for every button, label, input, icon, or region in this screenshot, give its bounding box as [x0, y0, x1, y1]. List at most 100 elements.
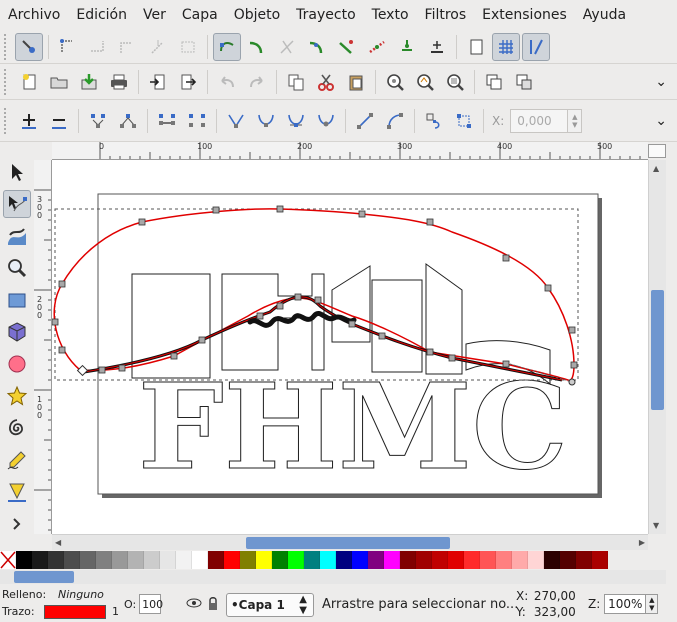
segment-line-button[interactable] [351, 107, 379, 135]
zoom-stepper[interactable]: ▲ ▼ [646, 594, 659, 614]
snap-bbox-center-button[interactable] [174, 33, 202, 61]
tool-zoom[interactable] [3, 254, 31, 282]
palette-scroll-thumb[interactable] [14, 571, 74, 583]
node-cusp-button[interactable] [222, 107, 250, 135]
tool-star[interactable] [3, 382, 31, 410]
palette-swatch[interactable] [272, 551, 288, 569]
scroll-right-arrow-icon[interactable]: ▶ [639, 538, 645, 547]
delete-segment-button[interactable] [183, 107, 211, 135]
tool-node-editor[interactable] [3, 190, 31, 218]
node-toolbar-overflow-chevron-icon[interactable]: ⌄ [655, 113, 667, 129]
tool-ellipse[interactable] [3, 350, 31, 378]
snap-bbox-edge-button[interactable] [84, 33, 112, 61]
new-document-button[interactable] [15, 68, 43, 96]
palette-swatch[interactable] [544, 551, 560, 569]
palette-swatch[interactable] [368, 551, 384, 569]
layer-dropdown[interactable]: •Capa 1 ▲ ▼ [226, 593, 314, 617]
zoom-page-button[interactable] [441, 68, 469, 96]
palette-swatch[interactable] [16, 551, 32, 569]
open-button[interactable] [45, 68, 73, 96]
tool-selector[interactable] [3, 158, 31, 186]
palette-swatch[interactable] [176, 551, 192, 569]
snap-grid-button[interactable] [492, 32, 520, 61]
toolbox-more-button[interactable] [3, 510, 31, 538]
palette-swatch[interactable] [528, 551, 544, 569]
snap-rotation-center-button[interactable] [423, 33, 451, 61]
selected-node[interactable] [76, 364, 89, 377]
redo-button[interactable] [243, 68, 271, 96]
snap-bbox-midpoint-button[interactable] [144, 33, 172, 61]
palette-swatch[interactable] [256, 551, 272, 569]
snap-bbox-corner-button[interactable] [114, 33, 142, 61]
tool-spiral[interactable] [3, 414, 31, 442]
menu-extensiones[interactable]: Extensiones [474, 0, 575, 30]
palette-swatch[interactable] [128, 551, 144, 569]
menu-filtros[interactable]: Filtros [417, 0, 475, 30]
menu-ver[interactable]: Ver [135, 0, 174, 30]
tool-pencil[interactable] [3, 446, 31, 474]
menu-texto[interactable]: Texto [364, 0, 417, 30]
snap-intersections-button[interactable] [273, 33, 301, 61]
palette-swatch[interactable] [480, 551, 496, 569]
horizontal-ruler[interactable]: 0 100 200 300 400 500 [52, 142, 648, 160]
break-path-button[interactable] [114, 107, 142, 135]
palette-swatch[interactable] [32, 551, 48, 569]
tool-rectangle[interactable] [3, 286, 31, 314]
palette-swatch[interactable] [512, 551, 528, 569]
import-button[interactable] [144, 68, 172, 96]
insert-node-button[interactable] [15, 107, 43, 135]
layer-lock-toggle[interactable] [206, 596, 220, 615]
snap-smooth-button[interactable] [333, 33, 361, 61]
fill-value[interactable]: Ninguno [58, 588, 104, 601]
palette-swatch[interactable] [160, 551, 176, 569]
undo-button[interactable] [213, 68, 241, 96]
palette-swatch[interactable] [224, 551, 240, 569]
scroll-down-arrow-icon[interactable]: ▼ [653, 521, 659, 530]
palette-swatch[interactable] [496, 551, 512, 569]
palette-swatch[interactable] [592, 551, 608, 569]
layer-visibility-toggle[interactable] [186, 596, 202, 613]
snap-guides-button[interactable] [522, 32, 550, 61]
delete-node-button[interactable] [45, 107, 73, 135]
palette-swatch[interactable] [384, 551, 400, 569]
snap-paths-button[interactable] [243, 33, 271, 61]
paste-button[interactable] [342, 68, 370, 96]
menu-capa[interactable]: Capa [174, 0, 226, 30]
snap-bbox-button[interactable] [54, 33, 82, 61]
save-button[interactable] [75, 68, 103, 96]
horizontal-scrollbar[interactable]: ◀ ▶ [52, 534, 648, 550]
palette-swatch[interactable] [96, 551, 112, 569]
snap-toggle-button[interactable] [15, 32, 43, 61]
snap-object-center-button[interactable] [393, 33, 421, 61]
palette-swatch[interactable] [352, 551, 368, 569]
opacity-input[interactable]: 100 [139, 594, 163, 614]
palette-swatch[interactable] [144, 551, 160, 569]
palette-swatch[interactable] [416, 551, 432, 569]
palette-swatch[interactable] [432, 551, 448, 569]
menu-objeto[interactable]: Objeto [226, 0, 288, 30]
node-handle[interactable] [568, 378, 576, 386]
zoom-input[interactable]: 100% [604, 594, 647, 614]
join-nodes-button[interactable] [84, 107, 112, 135]
node-symmetric-button[interactable] [282, 107, 310, 135]
zoom-drawing-button[interactable] [411, 68, 439, 96]
drawing-canvas[interactable]: FHMC [52, 160, 648, 534]
menu-edicion[interactable]: Edición [68, 0, 135, 30]
object-to-path-button[interactable] [420, 107, 448, 135]
join-segment-button[interactable] [153, 107, 181, 135]
snap-line-midpoint-button[interactable] [363, 33, 391, 61]
scroll-up-arrow-icon[interactable]: ▲ [653, 164, 659, 173]
palette-scrollbar[interactable] [0, 570, 666, 584]
print-button[interactable] [105, 68, 133, 96]
palette-swatch[interactable] [576, 551, 592, 569]
palette-swatch[interactable] [112, 551, 128, 569]
horizontal-scroll-thumb[interactable] [246, 537, 450, 549]
stroke-to-path-button[interactable] [450, 107, 478, 135]
node-x-stepper[interactable]: ▲ ▼ [568, 108, 583, 133]
toolbar-grip[interactable] [4, 68, 10, 95]
menu-ayuda[interactable]: Ayuda [575, 0, 634, 30]
snap-nodes-button[interactable] [213, 32, 241, 61]
palette-swatch[interactable] [208, 551, 224, 569]
palette-swatch[interactable] [304, 551, 320, 569]
vertical-scroll-thumb[interactable] [651, 290, 664, 410]
